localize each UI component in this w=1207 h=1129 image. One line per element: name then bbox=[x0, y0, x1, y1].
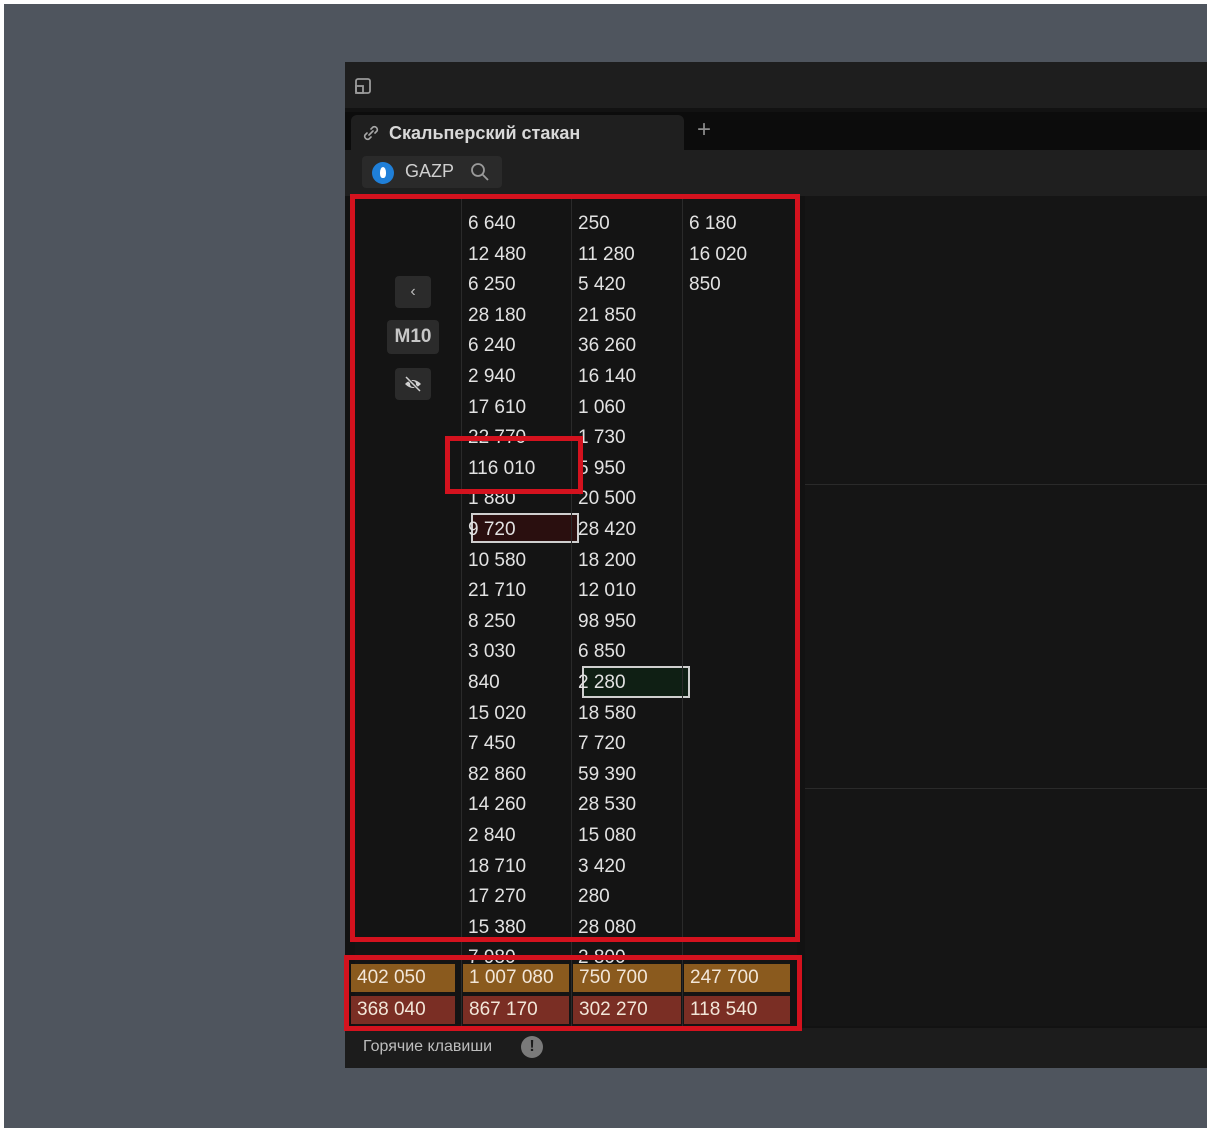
ticker-selector[interactable]: GAZP bbox=[362, 156, 502, 188]
chart-area bbox=[805, 196, 1207, 1026]
ticker-symbol: GAZP bbox=[405, 161, 455, 181]
link-icon bbox=[363, 125, 379, 141]
divider bbox=[805, 484, 1207, 485]
window-mode-icon[interactable] bbox=[353, 76, 373, 96]
tab-strip: Скальперский стакан + bbox=[345, 112, 1207, 150]
annotation-frame-totals bbox=[344, 955, 802, 1031]
search-icon[interactable] bbox=[470, 162, 490, 182]
tab-title: Скальперский стакан bbox=[389, 123, 581, 143]
annotation-frame-best-ask bbox=[445, 436, 583, 494]
footer-bar: Горячие клавиши ! bbox=[345, 1028, 1207, 1068]
gazprom-logo-icon bbox=[372, 162, 394, 184]
toolbar: GAZP bbox=[345, 150, 1207, 196]
tab-scalper-book[interactable]: Скальперский стакан bbox=[351, 115, 684, 150]
window-title-bar bbox=[345, 62, 1207, 108]
divider bbox=[805, 788, 1207, 789]
annotation-frame-book bbox=[350, 194, 800, 942]
add-tab-button[interactable]: + bbox=[697, 116, 711, 144]
hotkeys-link[interactable]: Горячие клавиши bbox=[363, 1038, 492, 1056]
info-icon[interactable]: ! bbox=[521, 1036, 543, 1058]
